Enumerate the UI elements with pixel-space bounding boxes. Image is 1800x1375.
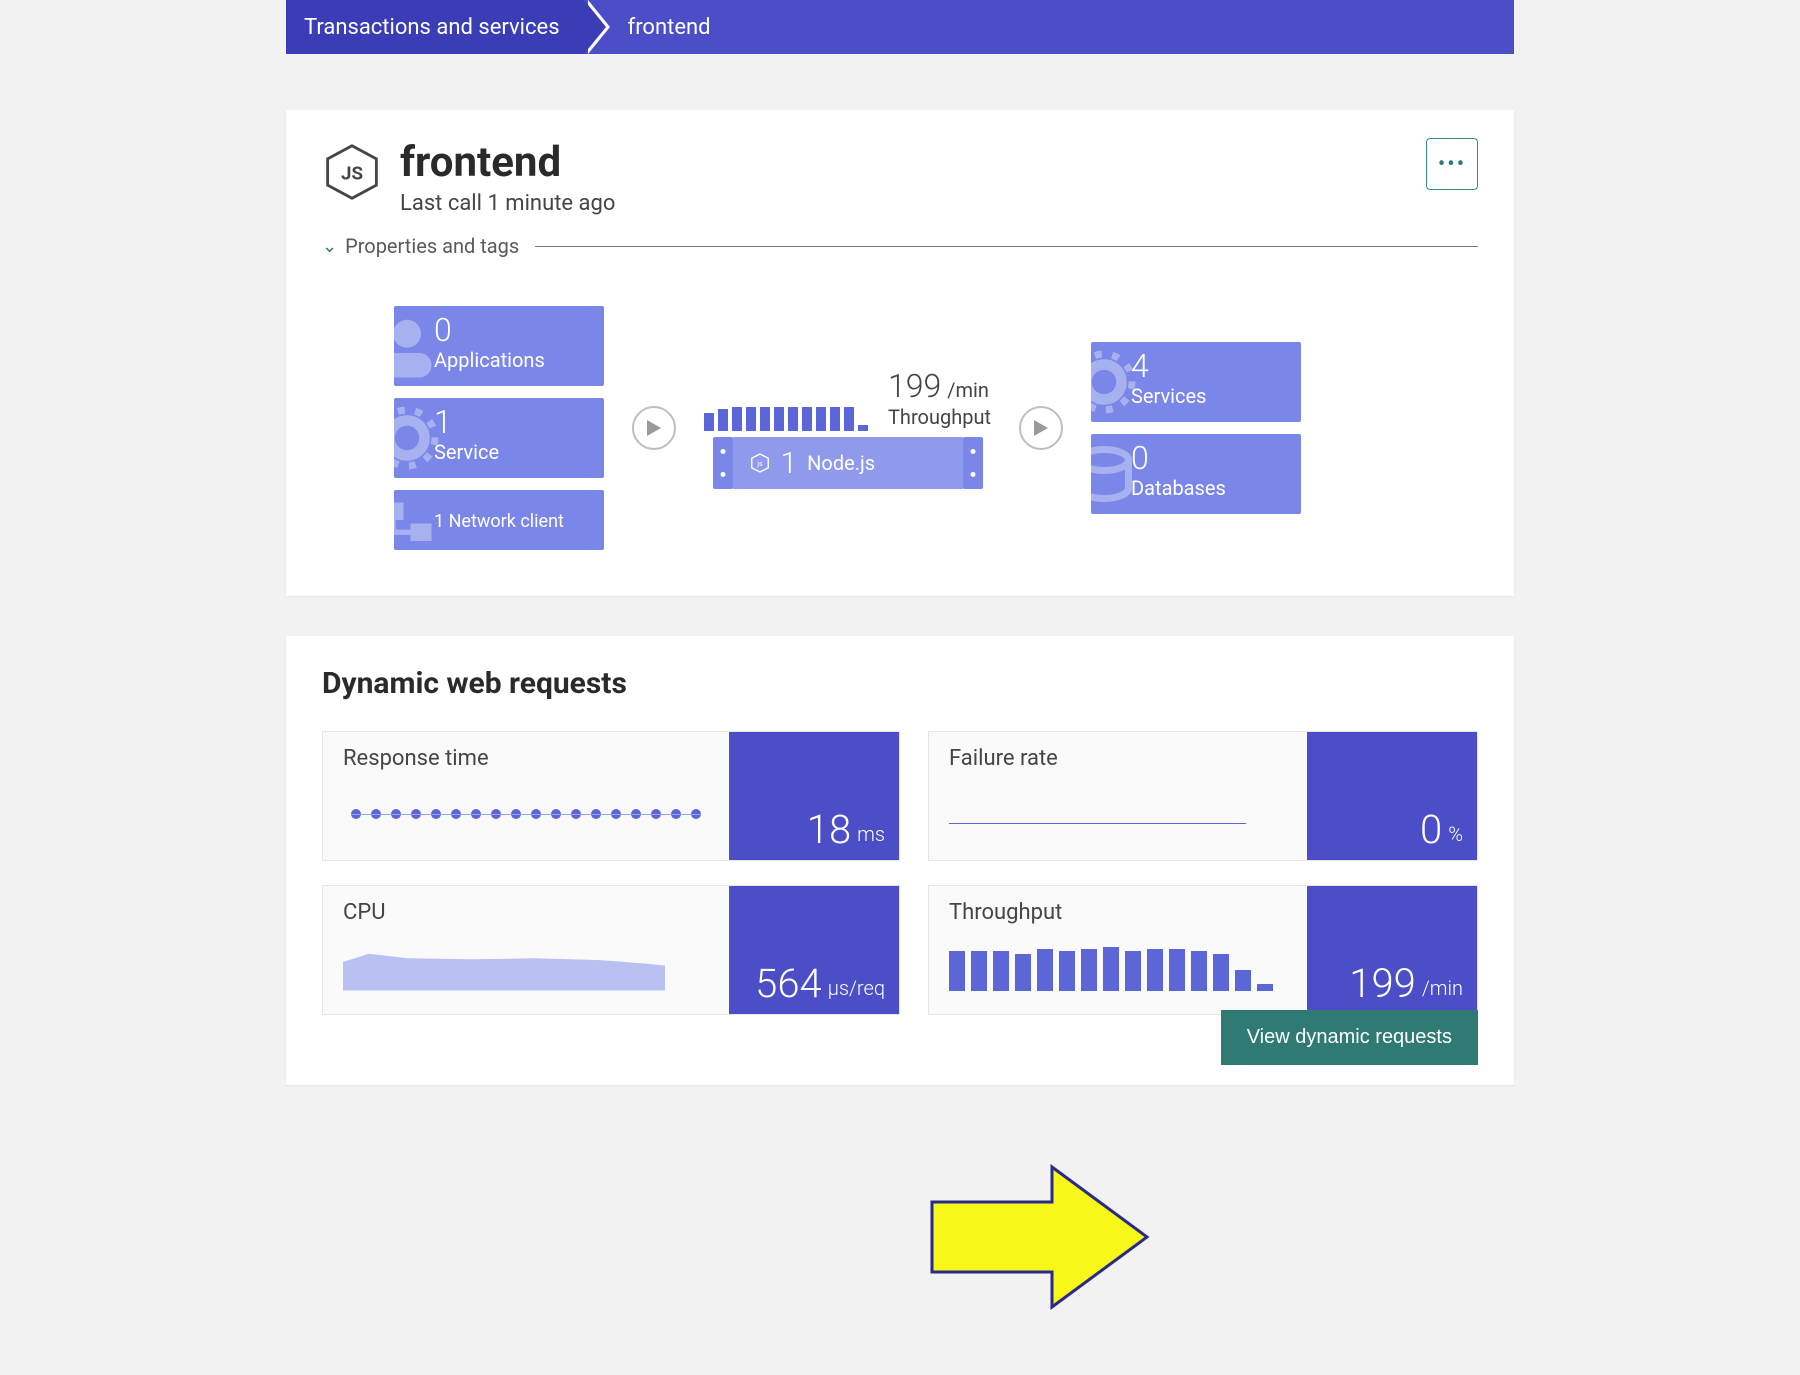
metric-title: Response time xyxy=(343,746,709,771)
nodejs-icon: JS xyxy=(322,142,382,202)
metric-unit: ms xyxy=(857,822,885,846)
bar-sparkline xyxy=(949,945,1273,991)
metric-title: Throughput xyxy=(949,900,1287,925)
tile-services[interactable]: 4 Services xyxy=(1091,342,1301,422)
throughput-sparkline xyxy=(704,405,868,431)
flow-left-col: 0 Applications 1 Service 1 Network clien… xyxy=(394,306,604,550)
tile-service[interactable]: 1 Service xyxy=(394,398,604,478)
metric-response-time[interactable]: Response time 18 ms xyxy=(322,731,900,861)
button-label: View dynamic requests xyxy=(1247,1026,1452,1048)
user-icon xyxy=(394,311,442,381)
dynamic-requests-heading: Dynamic web requests xyxy=(322,666,1478,701)
breadcrumb-root[interactable]: Transactions and services xyxy=(286,0,584,54)
gear-icon xyxy=(1091,347,1139,417)
metric-unit: % xyxy=(1448,822,1463,846)
breadcrumb-root-label: Transactions and services xyxy=(304,15,560,40)
node-label: Node.js xyxy=(807,451,875,475)
throughput-value: 199 xyxy=(888,367,941,405)
throughput-label: Throughput xyxy=(888,405,991,429)
svg-text:js: js xyxy=(756,460,763,468)
dot-sparkline xyxy=(343,809,709,819)
chevron-down-icon: ⌄ xyxy=(322,236,337,257)
node-count: 1 xyxy=(781,446,798,481)
metric-graph xyxy=(343,781,709,846)
throughput-unit: /min xyxy=(947,378,989,402)
nodejs-icon: js xyxy=(749,452,771,474)
dynamic-requests-card: Dynamic web requests Response time 18 ms xyxy=(286,636,1514,1085)
metric-title: Failure rate xyxy=(949,746,1287,771)
properties-tags-label: Properties and tags xyxy=(345,234,519,258)
metric-graph xyxy=(949,781,1287,846)
flow-right-col: 4 Services 0 Databases xyxy=(1091,342,1301,514)
flat-line xyxy=(949,823,1246,824)
service-subtitle: Last call 1 minute ago xyxy=(400,191,615,216)
metric-value: 564 xyxy=(755,964,822,1004)
metric-value: 18 xyxy=(807,810,851,850)
area-sparkline xyxy=(343,945,665,991)
ellipsis-icon: ••• xyxy=(1438,152,1466,177)
tile-applications[interactable]: 0 Applications xyxy=(394,306,604,386)
metric-cpu[interactable]: CPU 564 µs/req xyxy=(322,885,900,1015)
metric-graph xyxy=(343,935,709,1000)
grip-icon xyxy=(963,437,983,489)
network-icon xyxy=(394,490,442,550)
metric-unit: µs/req xyxy=(828,976,885,1000)
svg-text:JS: JS xyxy=(341,163,363,185)
node-body: js 1 Node.js xyxy=(733,437,963,489)
flow-center: 199/min Throughput js 1 Node.js xyxy=(704,367,991,489)
metric-value: 0 xyxy=(1420,810,1442,850)
grip-icon xyxy=(713,437,733,489)
flow-arrow-right[interactable] xyxy=(1019,406,1063,450)
properties-tags-toggle[interactable]: ⌄ Properties and tags xyxy=(322,234,1478,258)
more-menu-button[interactable]: ••• xyxy=(1426,138,1478,190)
metric-throughput[interactable]: Throughput 199 /min xyxy=(928,885,1478,1015)
view-dynamic-requests-button[interactable]: View dynamic requests xyxy=(1221,1010,1478,1065)
metric-graph xyxy=(949,935,1287,1000)
tile-network-client[interactable]: 1 Network client xyxy=(394,490,604,550)
metric-unit: /min xyxy=(1422,976,1463,1000)
metric-title: CPU xyxy=(343,900,709,925)
gear-icon xyxy=(394,403,442,473)
service-title: frontend xyxy=(400,138,615,187)
throughput-readout: 199/min Throughput xyxy=(888,367,991,429)
play-icon xyxy=(1034,420,1048,436)
annotation-arrow-icon xyxy=(922,1152,1162,1322)
service-flow: 0 Applications 1 Service 1 Network clien… xyxy=(322,306,1478,550)
tile-databases[interactable]: 0 Databases xyxy=(1091,434,1301,514)
breadcrumb-current-label: frontend xyxy=(628,15,711,40)
node-bar[interactable]: js 1 Node.js xyxy=(713,437,983,489)
database-icon xyxy=(1091,439,1139,509)
metric-failure-rate[interactable]: Failure rate 0 % xyxy=(928,731,1478,861)
service-header-card: JS frontend Last call 1 minute ago ••• ⌄… xyxy=(286,110,1514,596)
flow-arrow-left[interactable] xyxy=(632,406,676,450)
breadcrumb: Transactions and services frontend xyxy=(286,0,1514,54)
metric-value: 199 xyxy=(1349,964,1416,1004)
divider xyxy=(535,246,1478,247)
play-icon xyxy=(647,420,661,436)
